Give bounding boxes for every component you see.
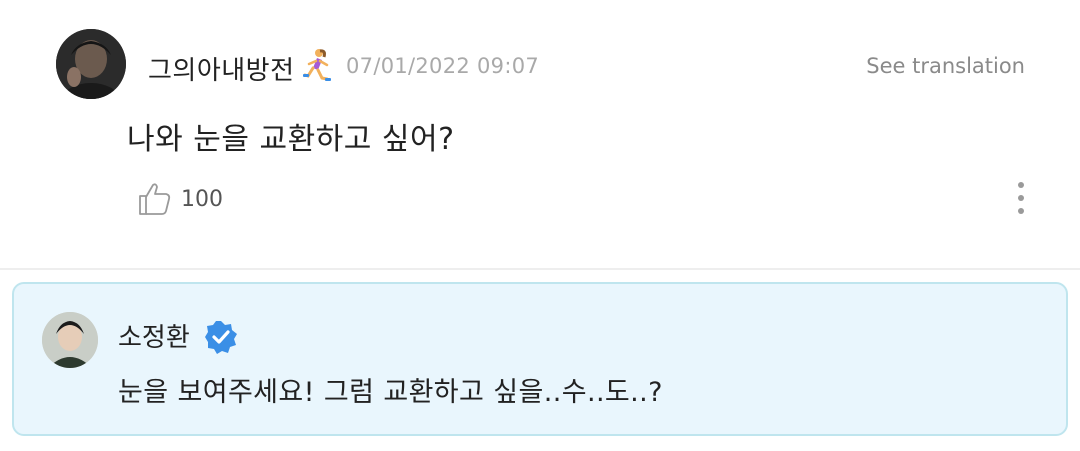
like-count: 100 xyxy=(181,186,223,212)
fan-post: 그의아내방전 07/01/2022 09:07 See translation … xyxy=(0,0,1080,268)
post-timestamp: 07/01/2022 09:07 xyxy=(346,54,540,78)
artist-avatar[interactable] xyxy=(42,312,98,368)
like-button[interactable]: 100 xyxy=(137,181,223,217)
fan-avatar[interactable] xyxy=(56,29,126,99)
reply-message: 눈을 보여주세요! 그럼 교환하고 싶을..수..도..? xyxy=(118,377,663,408)
thumbs-up-icon xyxy=(137,181,173,217)
see-translation-link[interactable]: See translation xyxy=(866,54,1025,78)
artist-name[interactable]: 소정환 xyxy=(118,317,190,354)
section-divider xyxy=(0,268,1080,270)
verified-badge-icon xyxy=(204,320,238,354)
fan-username[interactable]: 그의아내방전 xyxy=(148,50,295,87)
artist-reply-card: 소정환 눈을 보여주세요! 그럼 교환하고 싶을..수..도..? xyxy=(12,282,1068,436)
post-message: 나와 눈을 교환하고 싶어? xyxy=(127,122,455,157)
more-options-icon[interactable] xyxy=(1005,178,1037,218)
woman-running-emoji-icon xyxy=(300,48,334,84)
